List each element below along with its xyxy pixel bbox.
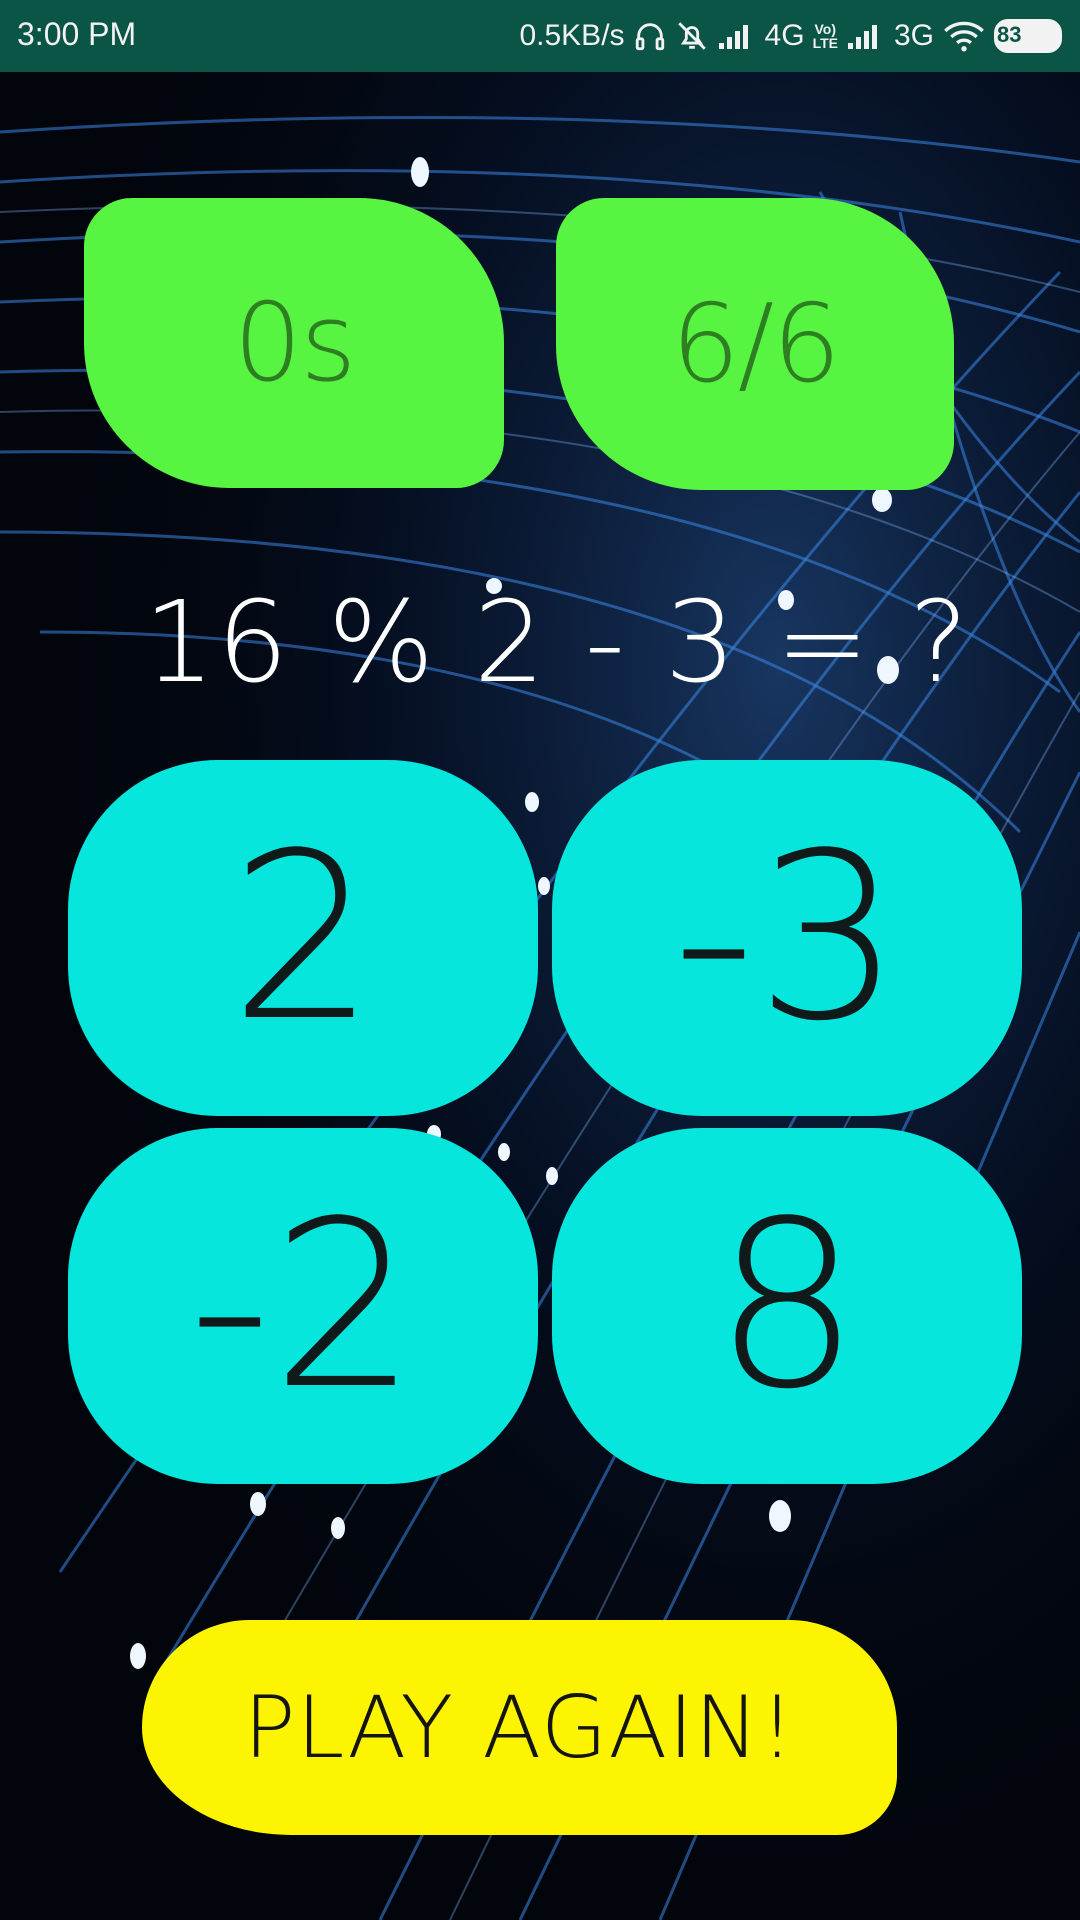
answer-button-3[interactable]: -2 [68,1128,538,1484]
status-bar: 3:00 PM 0.5KB/s 4G Vo) LTE 3G 83 [0,0,1080,72]
status-time: 3:00 PM [17,16,137,52]
net-speed: 0.5KB/s [519,19,625,52]
timer-text: 0s [233,280,357,406]
answer-button-4[interactable]: 8 [552,1128,1022,1484]
answer-button-1[interactable]: 2 [68,760,538,1116]
play-again-label: PLAY AGAIN! [243,1677,796,1778]
volte-indicator: Vo) LTE [813,22,838,50]
volte-bottom: LTE [812,35,838,51]
network-type-2: 3G [893,19,934,52]
network-type-1: 4G [764,19,805,52]
wifi-icon [942,19,986,53]
volte-top: Vo) [814,21,837,37]
mute-bell-icon [675,19,709,53]
score-display: 6/6 [556,198,954,490]
battery-indicator: 83 [994,19,1062,53]
headphones-icon [633,19,667,53]
play-again-button[interactable]: PLAY AGAIN! [142,1620,897,1835]
question-text: 16 % 2 - 3 = ? [143,578,971,708]
score-text: 6/6 [671,281,841,407]
signal-icon [717,21,757,51]
answer-label: -2 [188,1172,418,1440]
status-icons: 0.5KB/s 4G Vo) LTE 3G 83 [519,12,1062,60]
signal-icon-2 [846,21,886,51]
answer-label: -3 [672,804,902,1072]
timer-display: 0s [84,198,504,488]
answer-label: 8 [713,1172,861,1440]
answer-label: 2 [229,804,377,1072]
game-screen: 3:00 PM 0.5KB/s 4G Vo) LTE 3G 83 0s 6/6 … [0,0,1080,1920]
answer-button-2[interactable]: -3 [552,760,1022,1116]
